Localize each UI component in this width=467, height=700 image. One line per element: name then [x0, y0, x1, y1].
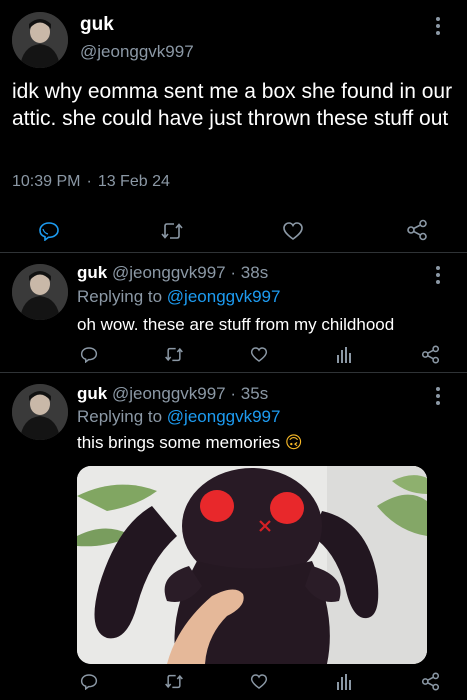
- more-options-icon[interactable]: [430, 16, 446, 36]
- author-name[interactable]: guk: [77, 384, 107, 403]
- more-options-icon[interactable]: [430, 386, 446, 406]
- tweet-text-content: this brings some memories: [77, 433, 281, 452]
- replying-label: Replying to: [77, 287, 163, 306]
- reply-age[interactable]: 38s: [241, 263, 268, 282]
- like-icon[interactable]: [250, 673, 268, 690]
- like-icon[interactable]: [250, 346, 268, 363]
- more-options-icon[interactable]: [430, 265, 446, 285]
- replying-handle-link[interactable]: @jeonggvk997: [167, 407, 281, 426]
- analytics-icon[interactable]: [336, 346, 352, 363]
- author-name[interactable]: guk: [80, 14, 114, 36]
- author-handle[interactable]: @jeonggvk997: [80, 42, 194, 62]
- reply-header: guk @jeonggvk997 · 38s: [77, 263, 268, 283]
- share-icon[interactable]: [406, 219, 428, 241]
- replying-to: Replying to @jeonggvk997: [77, 287, 280, 307]
- reply-header: guk @jeonggvk997 · 35s: [77, 384, 268, 404]
- reply-tweet[interactable]: guk @jeonggvk997 · 38s Replying to @jeon…: [0, 253, 467, 373]
- tweet-text: oh wow. these are stuff from my childhoo…: [77, 315, 395, 334]
- tweet-date: 13 Feb 24: [97, 173, 170, 190]
- reply-icon[interactable]: [38, 221, 60, 241]
- reply-icon[interactable]: [80, 673, 98, 690]
- avatar[interactable]: [12, 384, 68, 440]
- replying-to: Replying to @jeonggvk997: [77, 407, 280, 427]
- tweet-text: this brings some memories 🙃: [77, 433, 303, 453]
- avatar-photo: [12, 384, 68, 440]
- retweet-icon[interactable]: [164, 346, 184, 363]
- bunny-plush-photo: [77, 466, 427, 664]
- upside-down-face-emoji: 🙃: [284, 433, 303, 452]
- share-icon[interactable]: [421, 345, 440, 364]
- like-icon[interactable]: [282, 221, 304, 241]
- meta-separator: ·: [230, 384, 237, 403]
- author-handle[interactable]: @jeonggvk997: [112, 263, 226, 282]
- tweet-text: idk why eomma sent me a box she found in…: [12, 80, 453, 130]
- meta-separator: ·: [86, 173, 92, 190]
- avatar-photo: [12, 264, 68, 320]
- retweet-icon[interactable]: [160, 221, 184, 241]
- replying-label: Replying to: [77, 407, 163, 426]
- reply-age[interactable]: 35s: [241, 384, 268, 403]
- main-tweet: guk @jeonggvk997 idk why eomma sent me a…: [0, 0, 467, 253]
- meta-separator: ·: [230, 263, 237, 282]
- avatar[interactable]: [12, 12, 68, 68]
- tweet-time: 10:39 PM: [12, 173, 81, 190]
- avatar[interactable]: [12, 264, 68, 320]
- author-name[interactable]: guk: [77, 263, 107, 282]
- author-handle[interactable]: @jeonggvk997: [112, 384, 226, 403]
- reply-icon[interactable]: [80, 346, 98, 363]
- share-icon[interactable]: [421, 672, 440, 691]
- retweet-icon[interactable]: [164, 673, 184, 690]
- analytics-icon[interactable]: [336, 673, 352, 690]
- replying-handle-link[interactable]: @jeonggvk997: [167, 287, 281, 306]
- tweet-media-image[interactable]: [77, 466, 427, 664]
- tweet-timestamp[interactable]: 10:39 PM · 13 Feb 24: [12, 173, 170, 191]
- avatar-photo: [12, 12, 68, 68]
